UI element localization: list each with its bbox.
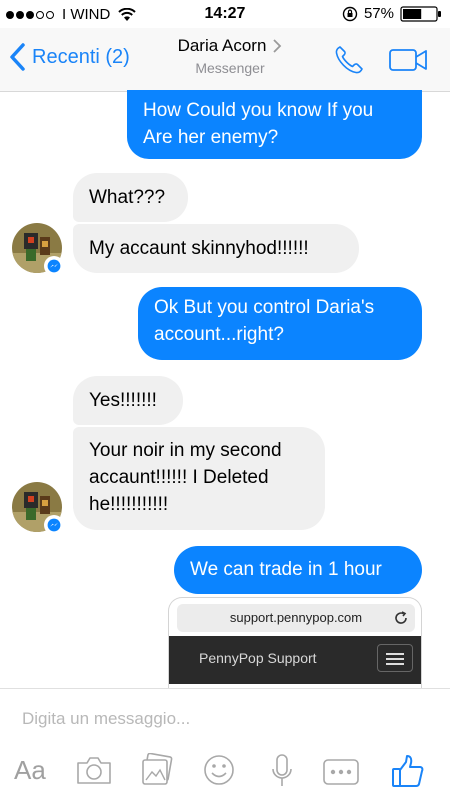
chevron-left-icon: [10, 43, 25, 71]
link-preview-url-bar: support.pennypop.com: [177, 604, 415, 632]
message-bubble-incoming[interactable]: Yes!!!!!!!: [73, 376, 183, 425]
hamburger-menu-icon: [377, 644, 413, 672]
messenger-badge-icon: [44, 256, 64, 276]
video-call-icon[interactable]: [388, 47, 428, 73]
rotation-lock-icon: [342, 6, 358, 21]
microphone-icon[interactable]: [270, 753, 294, 789]
composer-toolbar: Aa: [0, 749, 450, 793]
more-options-icon[interactable]: [322, 757, 360, 787]
messenger-badge-icon: [44, 515, 64, 535]
link-preview-url: support.pennypop.com: [229, 610, 363, 625]
link-preview-card[interactable]: support.pennypop.com PennyPop Support: [168, 597, 422, 689]
battery-icon: [400, 5, 441, 22]
contact-subtitle: Messenger: [195, 60, 265, 76]
reload-icon: [395, 611, 407, 624]
message-bubble-incoming[interactable]: Your noir in my second accaunt!!!!!! I D…: [73, 427, 325, 530]
phone-call-icon[interactable]: [333, 44, 365, 76]
text-format-button[interactable]: Aa: [14, 755, 46, 786]
message-bubble-outgoing[interactable]: We can trade in 1 hour: [174, 546, 422, 594]
status-bar: I WIND 14:27 57%: [0, 0, 450, 28]
status-right: 57%: [342, 5, 442, 22]
message-bubble-outgoing[interactable]: Ok But you control Daria's account...rig…: [138, 287, 422, 360]
message-bubble-incoming[interactable]: My accaunt skinnyhod!!!!!!: [73, 224, 359, 273]
link-preview-site-header: PennyPop Support: [169, 636, 421, 684]
contact-name: Daria Acorn: [177, 36, 267, 55]
contact-title-button[interactable]: Daria Acorn Messenger: [150, 36, 310, 76]
back-button[interactable]: Recenti (2): [8, 42, 130, 72]
sticker-smile-icon[interactable]: [202, 753, 236, 787]
thumbs-up-icon[interactable]: [390, 753, 426, 789]
back-label: Recenti (2): [32, 45, 130, 68]
message-bubble-incoming[interactable]: What???: [73, 173, 188, 222]
message-bubble-outgoing[interactable]: How Could you know If you Are her enemy?: [127, 90, 422, 159]
camera-icon[interactable]: [75, 753, 113, 787]
link-preview-site-name: PennyPop Support: [199, 650, 317, 666]
chevron-right-icon: [273, 39, 282, 53]
message-composer: Digita un messaggio... Aa: [0, 688, 450, 800]
message-input[interactable]: Digita un messaggio...: [22, 709, 190, 729]
gallery-icon[interactable]: [140, 753, 174, 787]
conversation-header: Recenti (2) Daria Acorn Messenger: [0, 28, 450, 92]
battery-percent: 57%: [363, 5, 394, 22]
